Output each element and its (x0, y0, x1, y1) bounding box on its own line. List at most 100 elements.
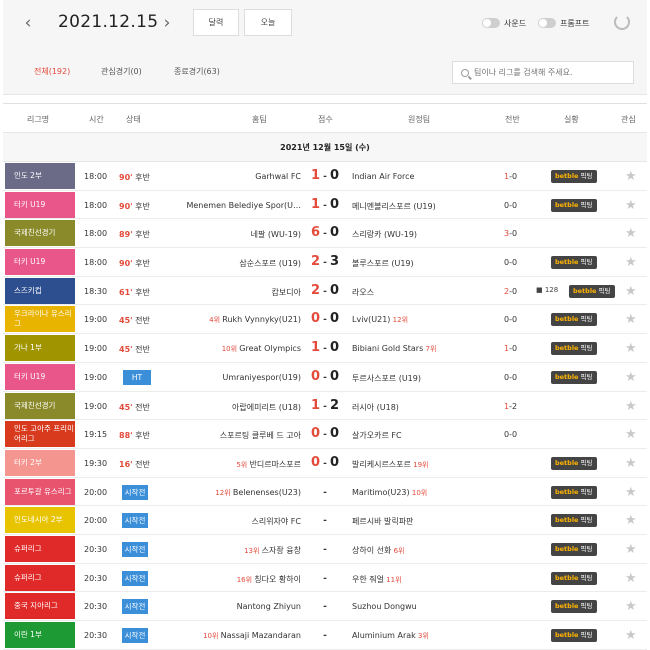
star-icon[interactable]: ★ (625, 341, 637, 356)
league-badge[interactable]: 슈퍼리그 (5, 564, 75, 591)
away-team[interactable]: 메니멘볼리스포르 (U19) (352, 201, 436, 212)
star-icon[interactable]: ★ (625, 599, 637, 614)
betble-suffix: 픽팅 (578, 631, 593, 639)
status-minute: 88' (119, 431, 133, 441)
league-badge[interactable]: 인도 고아주 프리미어리그 (5, 421, 75, 448)
betble-button[interactable]: betble 픽팅 (551, 600, 597, 614)
search-input[interactable] (474, 68, 624, 77)
star-icon[interactable]: ★ (625, 198, 637, 213)
star-icon[interactable]: ★ (625, 456, 637, 471)
betble-button[interactable]: betble 픽팅 (551, 514, 597, 528)
prompt-toggle[interactable]: 프롬프트 (538, 17, 589, 29)
betble-button[interactable]: betble 픽팅 (551, 313, 597, 327)
home-team[interactable]: 10위 Nassaji Mazandaran (203, 631, 301, 641)
home-team[interactable]: 아랍에미리트 (U18) (232, 402, 301, 413)
star-icon[interactable]: ★ (625, 399, 637, 414)
league-badge[interactable]: 우크라이나 유스리그 (5, 306, 75, 333)
calendar-button[interactable]: 달력 (193, 9, 239, 36)
betble-button[interactable]: betble 픽팅 (551, 542, 597, 556)
home-team[interactable]: Garhwal FC (255, 172, 301, 181)
betble-button[interactable]: betble 픽팅 (551, 370, 597, 384)
star-icon[interactable]: ★ (625, 542, 637, 557)
betble-button[interactable]: betble 픽팅 (551, 485, 597, 499)
league-badge[interactable]: 터키 U19 (5, 191, 75, 218)
away-team[interactable]: 우한 줘얼 11위 (352, 574, 402, 585)
league-badge[interactable]: 국제친선경기 (5, 392, 75, 419)
away-team[interactable]: Indian Air Force (352, 172, 414, 181)
league-badge[interactable]: 중국 지아리그 (5, 593, 75, 620)
league-badge[interactable]: 스즈키컵 (5, 277, 75, 304)
today-button[interactable]: 오늘 (244, 9, 292, 36)
betble-button[interactable]: betble 픽팅 (569, 284, 615, 298)
star-icon[interactable]: ★ (625, 427, 637, 442)
refresh-icon[interactable] (614, 14, 630, 30)
chevron-left-icon[interactable]: ‹ (18, 11, 38, 35)
league-badge[interactable]: 터키 2부 (5, 449, 75, 476)
half-away: 0 (511, 172, 518, 181)
away-team[interactable]: 러시아 (U18) (352, 402, 399, 413)
home-team[interactable]: Umraniyespor(U19) (223, 373, 302, 382)
away-team[interactable]: Aluminium Arak 3위 (352, 631, 429, 641)
status-minute: 90' (119, 201, 133, 211)
sound-toggle[interactable]: 사운드 (482, 17, 526, 29)
star-icon[interactable]: ★ (625, 169, 637, 184)
home-team[interactable]: Nantong Zhiyun (237, 602, 301, 611)
away-team[interactable]: 발리케시르스포르 19위 (352, 459, 428, 470)
league-badge[interactable]: 국제친선경기 (5, 220, 75, 247)
home-team[interactable]: 5위 반디르마스포르 (236, 459, 301, 470)
league-badge[interactable]: 포르투갈 유스리그 (5, 478, 75, 505)
betble-button[interactable]: betble 픽팅 (551, 629, 597, 642)
star-icon[interactable]: ★ (625, 226, 637, 241)
home-team[interactable]: 13위 스자좡 융창 (244, 545, 301, 556)
home-team[interactable]: 스리위자야 FC (251, 516, 301, 527)
league-badge[interactable]: 터키 U19 (5, 363, 75, 390)
home-team[interactable]: 16위 칭다오 황하이 (237, 574, 301, 585)
away-team[interactable]: 볼루스포르 (U19) (352, 258, 414, 269)
star-icon[interactable]: ★ (625, 284, 637, 299)
league-badge[interactable]: 슈퍼리그 (5, 535, 75, 562)
league-badge[interactable]: 가나 1부 (5, 335, 75, 362)
star-icon[interactable]: ★ (625, 571, 637, 586)
betble-button[interactable]: betble 픽팅 (551, 571, 597, 585)
away-team[interactable]: 상하이 선화 6위 (352, 545, 404, 556)
betble-button[interactable]: betble 픽팅 (551, 342, 597, 356)
away-team[interactable]: 페르시바 발릭파판 (352, 516, 413, 527)
home-team[interactable]: 4위 Rukh Vynnyky(U21) (209, 315, 301, 325)
chevron-right-icon[interactable]: › (157, 11, 177, 35)
away-team-name: Maritimo(U23) (352, 487, 410, 497)
away-team[interactable]: 스리랑카 (WU-19) (352, 229, 417, 240)
star-icon[interactable]: ★ (625, 513, 637, 528)
away-team[interactable]: Suzhou Dongwu (352, 602, 417, 611)
star-icon[interactable]: ★ (625, 255, 637, 270)
star-icon[interactable]: ★ (625, 485, 637, 500)
home-team[interactable]: 네팔 (WU-19) (251, 229, 301, 240)
home-team[interactable]: 삼순스포르 (U19) (239, 258, 301, 269)
home-team[interactable]: 12위 Belenenses(U23) (215, 488, 301, 498)
star-icon[interactable]: ★ (625, 628, 637, 643)
away-team[interactable]: 라오스 (352, 287, 374, 298)
away-team[interactable]: Lviv(U21) 12위 (352, 315, 408, 325)
betble-button[interactable]: betble 픽팅 (551, 198, 597, 212)
league-badge[interactable]: 인도 2부 (5, 163, 75, 189)
league-badge[interactable]: 터키 U19 (5, 249, 75, 276)
home-team[interactable]: 캄보디아 (272, 287, 301, 298)
league-badge[interactable]: 이란 1부 (5, 622, 75, 648)
home-team[interactable]: 10위 Great Olympics (222, 344, 301, 354)
betble-button[interactable]: betble 픽팅 (551, 170, 597, 183)
match-time: 20:00 (84, 516, 108, 526)
betble-button[interactable]: betble 픽팅 (551, 456, 597, 470)
away-team[interactable]: 투르사스포르 (U19) (352, 373, 421, 384)
league-badge[interactable]: 인도네시아 2부 (5, 507, 75, 534)
star-icon[interactable]: ★ (625, 312, 637, 327)
away-team[interactable]: Bibiani Gold Stars 7위 (352, 344, 436, 354)
home-team[interactable]: Menemen Belediye Spor(U… (186, 201, 301, 210)
tab-all[interactable]: 전체(192) (34, 66, 70, 77)
betble-button[interactable]: betble 픽팅 (551, 256, 597, 270)
star-icon[interactable]: ★ (625, 370, 637, 385)
away-team[interactable]: Maritimo(U23) 10위 (352, 488, 427, 498)
away-team[interactable]: 살가오카르 FC (352, 430, 402, 441)
home-team[interactable]: 스포르팅 클루베 드 고아 (220, 430, 301, 441)
tab-finished[interactable]: 종료경기(63) (174, 66, 220, 77)
home-team-name: 캄보디아 (271, 287, 301, 297)
tab-favorites[interactable]: 관심경기(0) (101, 66, 142, 77)
